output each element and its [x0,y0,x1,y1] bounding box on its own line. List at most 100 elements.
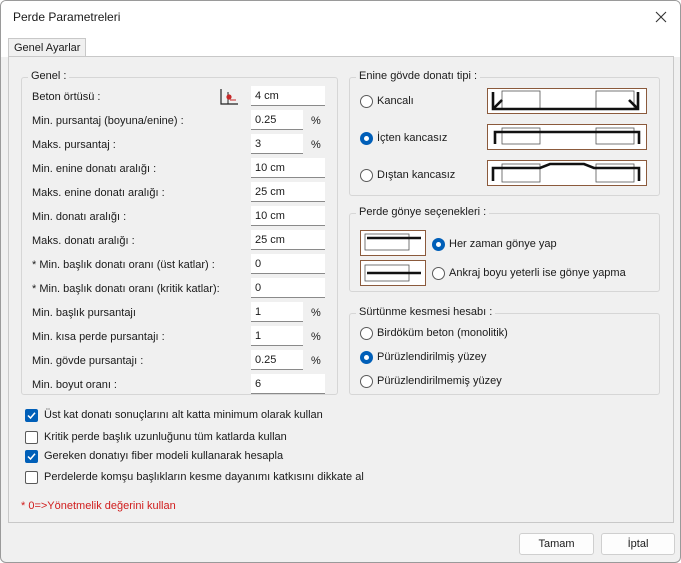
min-govde-pursantaji-unit: % [311,355,321,367]
radio-icten-kancasiz-button[interactable] [360,131,373,145]
radio-birdokum[interactable]: Birdöküm beton (monolitik) [360,324,508,342]
beton-ortusu-input[interactable] [251,86,325,106]
min-pursantaj-label: Min. pursantaj (boyuna/enine) : [32,115,184,127]
beton-ortusu-label: Beton örtüsü : [32,91,101,103]
miter-icon [364,233,421,251]
radio-gonye-yapma-button[interactable] [432,266,445,280]
min-baslik-pursantaji-input[interactable] [251,302,303,322]
radio-birdokum-button[interactable] [360,326,373,340]
enine-group-title: Enine gövde donatı tipi : [356,70,481,82]
radio-puruzlendirilmemis[interactable]: Pürüzlendirilmemiş yüzey [360,372,502,390]
radio-gonye-yapma-label: Ankraj boyu yeterli ise gönye yapma [449,267,626,279]
radio-icten-kancasiz[interactable]: İçten kancasız [360,129,447,147]
checkbox-kritik-perde-label: Kritik perde başlık uzunluğunu tüm katla… [44,431,287,443]
gonye-group-title: Perde gönye seçenekleri : [356,206,490,218]
min-enine-donati-araligi-input[interactable] [251,158,325,178]
cover-icon[interactable] [218,87,240,107]
gonye-yapma-preview [360,260,426,286]
checkbox-fiber-model-label: Gereken donatıyı fiber modeli kullanarak… [44,450,284,462]
checkbox-fiber-model-box[interactable] [25,449,38,463]
radio-kancali[interactable]: Kancalı [360,92,414,110]
gonye-group: Perde gönye seçenekleri : Her zaman göny… [349,206,660,292]
genel-group-title: Genel : [28,70,70,82]
title-bar: Perde Parametreleri [1,1,680,33]
radio-gonye-yapma[interactable]: Ankraj boyu yeterli ise gönye yapma [432,264,626,282]
radio-gonye-yap-button[interactable] [432,237,445,251]
cancel-button[interactable]: İptal [601,533,675,555]
tab-bar: Genel Ayarlar [1,33,680,58]
maks-donati-araligi-input[interactable] [251,230,325,250]
checkbox-komsu-baslik-box[interactable] [25,470,38,484]
row-min-enine-donati-araligi: Min. enine donatı aralığı : [22,158,337,182]
close-icon [655,11,667,23]
genel-group: Genel : Beton örtüsü : Min. pursantaj (b… [21,70,338,398]
radio-kancali-button[interactable] [360,94,373,108]
min-baslik-pursantaji-label: Min. başlık pursantajı [32,307,136,319]
baslik-oran-ust-input[interactable] [251,254,325,274]
radio-kancali-label: Kancalı [377,95,414,107]
radio-puruzlendirilmis-button[interactable] [360,350,373,364]
radio-puruzlendirilmemis-label: Pürüzlendirilmemiş yüzey [377,375,502,387]
close-button[interactable] [648,5,674,29]
min-pursantaj-unit: % [311,115,321,127]
baslik-oran-kritik-input[interactable] [251,278,325,298]
maks-donati-araligi-label: Maks. donatı aralığı : [32,235,135,247]
radio-distan-kancasiz-label: Dıştan kancasız [377,169,456,181]
row-beton-ortusu: Beton örtüsü : [22,86,337,110]
row-min-boyut-orani: Min. boyut oranı : [22,374,337,398]
radio-birdokum-label: Birdöküm beton (monolitik) [377,327,508,339]
min-govde-pursantaji-input[interactable] [251,350,303,370]
maks-enine-donati-araligi-input[interactable] [251,182,325,202]
min-donati-araligi-label: Min. donatı aralığı : [32,211,127,223]
ok-button[interactable]: Tamam [519,533,594,555]
row-min-pursantaj: Min. pursantaj (boyuna/enine) : % [22,110,337,134]
row-baslik-oran-ust: * Min. başlık donatı oranı (üst katlar) … [22,254,337,278]
min-kisa-perde-pursantaji-label: Min. kısa perde pursantajı : [32,331,165,343]
checkbox-kritik-perde-box[interactable] [25,430,38,444]
checkbox-fiber-model[interactable]: Gereken donatıyı fiber modeli kullanarak… [25,447,283,465]
surtunme-group: Sürtünme kesmesi hesabı : Birdöküm beton… [349,306,660,395]
row-baslik-oran-kritik: * Min. başlık donatı oranı (kritik katla… [22,278,337,302]
checkbox-kritik-perde[interactable]: Kritik perde başlık uzunluğunu tüm katla… [25,428,287,446]
checkbox-komsu-baslik-label: Perdelerde komşu başlıkların kesme dayan… [44,471,364,483]
radio-gonye-yap[interactable]: Her zaman gönye yap [432,235,557,253]
note-text: * 0=>Yönetmelik değerini kullan [21,500,176,512]
tab-genel-ayarlar[interactable]: Genel Ayarlar [8,38,87,58]
checkbox-ust-kat[interactable]: Üst kat donatı sonuçlarını alt katta min… [25,406,323,424]
radio-puruzlendirilmis[interactable]: Pürüzlendirilmiş yüzey [360,348,486,366]
min-boyut-orani-label: Min. boyut oranı : [32,379,117,391]
radio-puruzlendirilmemis-button[interactable] [360,374,373,388]
row-min-donati-araligi: Min. donatı aralığı : [22,206,337,230]
checkbox-komsu-baslik[interactable]: Perdelerde komşu başlıkların kesme dayan… [25,468,364,486]
inner-bar-icon [493,127,641,145]
dialog-window: Perde Parametreleri Genel Ayarlar Genel … [0,0,681,563]
anchorage-icon [364,264,421,282]
window-title: Perde Parametreleri [13,10,121,24]
surtunme-group-title: Sürtünme kesmesi hesabı : [356,306,496,318]
row-maks-donati-araligi: Maks. donatı aralığı : [22,230,337,254]
checkbox-ust-kat-box[interactable] [25,408,38,422]
checkbox-ust-kat-label: Üst kat donatı sonuçlarını alt katta min… [44,409,323,421]
min-kisa-perde-pursantaji-input[interactable] [251,326,303,346]
row-maks-enine-donati-araligi: Maks. enine donatı aralığı : [22,182,337,206]
min-kisa-perde-pursantaji-unit: % [311,331,321,343]
row-maks-pursantaj: Maks. pursantaj : % [22,134,337,158]
min-baslik-pursantaji-unit: % [311,307,321,319]
radio-icten-kancasiz-label: İçten kancasız [377,132,448,144]
radio-distan-kancasiz-button[interactable] [360,168,373,182]
kancali-preview [487,88,647,114]
radio-distan-kancasiz[interactable]: Dıştan kancasız [360,166,455,184]
min-donati-araligi-input[interactable] [251,206,325,226]
maks-pursantaj-input[interactable] [251,134,303,154]
enine-group: Enine gövde donatı tipi : Kancalı İçten … [349,70,660,196]
check-icon [27,411,36,419]
radio-puruzlendirilmis-label: Pürüzlendirilmiş yüzey [377,351,487,363]
min-pursantaj-input[interactable] [251,110,303,130]
radio-gonye-yap-label: Her zaman gönye yap [449,238,557,250]
min-enine-donati-araligi-label: Min. enine donatı aralığı : [32,163,157,175]
row-min-govde-pursantaji: Min. gövde pursantajı : % [22,350,337,374]
min-boyut-orani-input[interactable] [251,374,325,394]
gonye-yap-preview [360,230,426,256]
distan-kancasiz-preview [487,160,647,186]
icten-kancasiz-preview [487,124,647,150]
